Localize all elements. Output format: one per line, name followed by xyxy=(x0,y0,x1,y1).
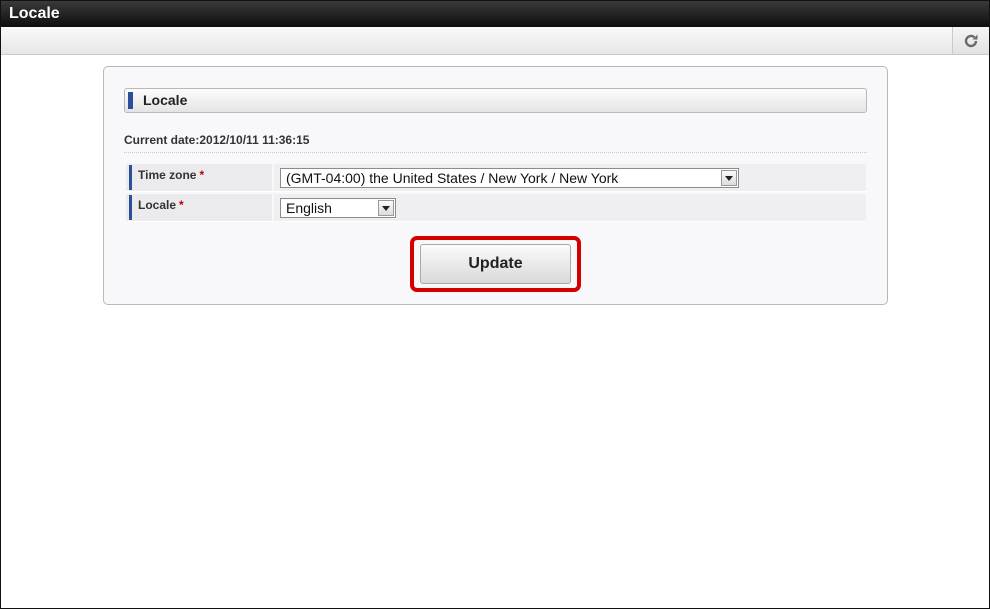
required-marker: * xyxy=(179,198,184,212)
refresh-button[interactable] xyxy=(952,27,989,54)
toolbar xyxy=(1,27,989,55)
chevron-down-icon[interactable] xyxy=(378,200,394,216)
locale-value-cell: English xyxy=(274,194,866,221)
timezone-select-value: (GMT-04:00) the United States / New York… xyxy=(286,170,619,186)
chevron-down-icon[interactable] xyxy=(721,170,737,186)
current-date-value: 2012/10/11 11:36:15 xyxy=(199,133,310,147)
window-title: Locale xyxy=(1,1,989,27)
section-title: Locale xyxy=(143,92,188,108)
section-header: Locale xyxy=(124,88,867,113)
update-button[interactable]: Update xyxy=(420,244,571,284)
timezone-label-text: Time zone xyxy=(138,168,197,182)
timezone-label: Time zone * xyxy=(126,164,272,191)
locale-select[interactable]: English xyxy=(280,198,396,218)
locale-select-value: English xyxy=(286,200,332,216)
timezone-value-cell: (GMT-04:00) the United States / New York… xyxy=(274,164,866,191)
section-accent-bar xyxy=(128,92,133,109)
current-date-label: Current date: xyxy=(124,133,200,147)
locale-label: Locale * xyxy=(126,194,272,221)
locale-label-text: Locale xyxy=(138,198,177,212)
timezone-row: Time zone * (GMT-04:00) the United States… xyxy=(126,164,866,192)
refresh-icon xyxy=(964,34,978,47)
locale-row: Locale * English xyxy=(126,194,866,222)
locale-panel: Locale Current date:2012/10/11 11:36:15 … xyxy=(103,66,888,305)
timezone-select[interactable]: (GMT-04:00) the United States / New York… xyxy=(280,168,739,188)
app-window: Locale Locale Current date:2012/10/11 11… xyxy=(0,0,990,609)
current-date: Current date:2012/10/11 11:36:15 xyxy=(124,133,867,153)
required-marker: * xyxy=(199,168,205,182)
